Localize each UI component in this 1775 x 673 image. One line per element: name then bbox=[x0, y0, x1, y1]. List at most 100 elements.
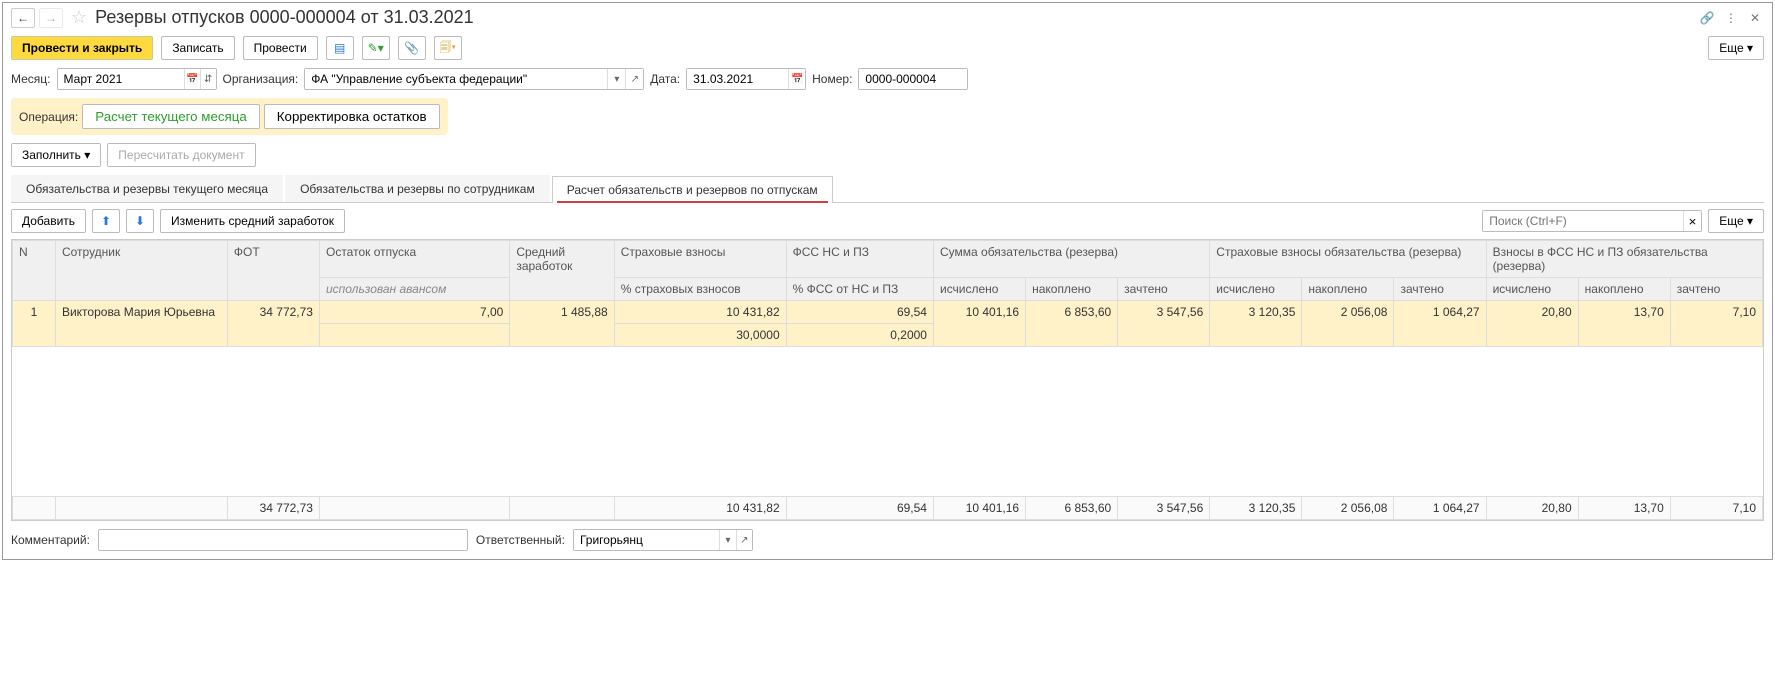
total-ins-accum: 2 056,08 bbox=[1302, 497, 1394, 520]
col-sum-accum[interactable]: накоплено bbox=[1026, 278, 1118, 301]
copy-icon[interactable]: 🗐▾ bbox=[434, 36, 462, 60]
favorite-star-icon[interactable]: ☆ bbox=[71, 7, 87, 28]
col-ins[interactable]: Страховые взносы bbox=[614, 241, 786, 278]
edit-avg-button[interactable]: Изменить средний заработок bbox=[160, 209, 345, 233]
col-ins-accum[interactable]: накоплено bbox=[1302, 278, 1394, 301]
col-sum-offset[interactable]: зачтено bbox=[1118, 278, 1210, 301]
col-ins-sub[interactable]: % страховых взносов bbox=[614, 278, 786, 301]
number-input[interactable] bbox=[859, 69, 967, 89]
date-calendar-icon[interactable]: 📅 bbox=[788, 69, 805, 89]
write-button[interactable]: Записать bbox=[161, 36, 234, 60]
col-ins-oblig[interactable]: Страховые взносы обязательства (резерва) bbox=[1210, 241, 1486, 278]
cell-balance: 7,00 bbox=[319, 301, 509, 324]
org-input[interactable] bbox=[305, 69, 607, 89]
col-ins-calc[interactable]: исчислено bbox=[1210, 278, 1302, 301]
tab-current-month[interactable]: Обязательства и резервы текущего месяца bbox=[11, 175, 283, 202]
col-fss-calc[interactable]: исчислено bbox=[1486, 278, 1578, 301]
operation-row: Операция: Расчет текущего месяца Коррект… bbox=[11, 98, 448, 135]
move-up-button[interactable]: ⬆ bbox=[92, 209, 120, 233]
total-ins: 10 431,82 bbox=[614, 497, 786, 520]
col-fss-oblig[interactable]: Взносы в ФСС НС и ПЗ обязательства (резе… bbox=[1486, 241, 1762, 278]
date-field[interactable]: 📅 bbox=[686, 68, 806, 90]
col-sum-oblig[interactable]: Сумма обязательства (резерва) bbox=[933, 241, 1209, 278]
responsible-field[interactable]: ▾ ↗ bbox=[573, 529, 753, 551]
cell-fss-accum: 13,70 bbox=[1578, 301, 1670, 347]
col-fss-offset[interactable]: зачтено bbox=[1670, 278, 1762, 301]
footer: Комментарий: Ответственный: ▾ ↗ bbox=[3, 521, 1772, 559]
cell-avg: 1 485,88 bbox=[510, 301, 614, 347]
move-down-button[interactable]: ⬇ bbox=[126, 209, 154, 233]
month-stepper-icon[interactable]: ⇵ bbox=[200, 69, 216, 89]
total-sum-accum: 6 853,60 bbox=[1026, 497, 1118, 520]
responsible-open-icon[interactable]: ↗ bbox=[736, 530, 752, 550]
post-and-close-button[interactable]: Провести и закрыть bbox=[11, 36, 153, 60]
cell-balance-sub bbox=[319, 324, 509, 347]
org-field[interactable]: ▾ ↗ bbox=[304, 68, 644, 90]
cell-sum-accum: 6 853,60 bbox=[1026, 301, 1118, 347]
total-fot: 34 772,73 bbox=[227, 497, 319, 520]
search-clear-button[interactable]: × bbox=[1683, 211, 1701, 231]
responsible-input[interactable] bbox=[574, 530, 719, 550]
search-input[interactable] bbox=[1483, 211, 1683, 231]
cell-sum-offset: 3 547,56 bbox=[1118, 301, 1210, 347]
cell-ins-offset: 1 064,27 bbox=[1394, 301, 1486, 347]
table-footer: 34 772,73 10 431,82 69,54 10 401,16 6 85… bbox=[13, 497, 1763, 520]
register-records-icon[interactable]: ▤ bbox=[326, 36, 354, 60]
col-balance[interactable]: Остаток отпуска bbox=[319, 241, 509, 278]
col-balance-sub[interactable]: использован авансом bbox=[319, 278, 509, 301]
month-label: Месяц: bbox=[11, 72, 51, 86]
tab-vacation-calc[interactable]: Расчет обязательств и резервов по отпуск… bbox=[552, 176, 833, 203]
comment-label: Комментарий: bbox=[11, 533, 90, 547]
close-icon[interactable]: ✕ bbox=[1746, 9, 1764, 27]
op-calc-current-button[interactable]: Расчет текущего месяца bbox=[82, 104, 260, 129]
cell-ins-pct: 30,0000 bbox=[614, 324, 786, 347]
fill-button[interactable]: Заполнить ▾ bbox=[11, 143, 101, 167]
col-sum-calc[interactable]: исчислено bbox=[933, 278, 1025, 301]
org-dropdown-icon[interactable]: ▾ bbox=[607, 69, 625, 89]
tab-more-button[interactable]: Еще ▾ bbox=[1708, 209, 1764, 233]
search-field[interactable]: × bbox=[1482, 210, 1702, 232]
number-field[interactable] bbox=[858, 68, 968, 90]
cell-ins-accum: 2 056,08 bbox=[1302, 301, 1394, 347]
more-button[interactable]: Еще ▾ bbox=[1708, 36, 1764, 60]
recalc-button[interactable]: Пересчитать документ bbox=[107, 143, 255, 167]
comment-field[interactable] bbox=[98, 529, 468, 551]
page-title: Резервы отпусков 0000-000004 от 31.03.20… bbox=[95, 7, 474, 28]
cell-sum-calc: 10 401,16 bbox=[933, 301, 1025, 347]
cell-fot: 34 772,73 bbox=[227, 301, 319, 347]
responsible-dropdown-icon[interactable]: ▾ bbox=[719, 530, 735, 550]
month-calendar-icon[interactable]: 📅 bbox=[184, 69, 200, 89]
org-open-icon[interactable]: ↗ bbox=[625, 69, 643, 89]
attach-icon[interactable]: 📎 bbox=[398, 36, 426, 60]
header-fields: Месяц: 📅 ⇵ Организация: ▾ ↗ Дата: 📅 Номе… bbox=[3, 64, 1772, 94]
add-button[interactable]: Добавить bbox=[11, 209, 86, 233]
col-fss-accum[interactable]: накоплено bbox=[1578, 278, 1670, 301]
op-adjust-balance-button[interactable]: Корректировка остатков bbox=[264, 104, 440, 129]
month-field[interactable]: 📅 ⇵ bbox=[57, 68, 217, 90]
more-icon[interactable]: ⋮ bbox=[1722, 9, 1740, 27]
tab-by-employee[interactable]: Обязательства и резервы по сотрудникам bbox=[285, 175, 550, 202]
table-spacer bbox=[13, 347, 1763, 497]
col-ins-offset[interactable]: зачтено bbox=[1394, 278, 1486, 301]
col-employee[interactable]: Сотрудник bbox=[55, 241, 227, 301]
cell-ins-calc: 3 120,35 bbox=[1210, 301, 1302, 347]
col-avg[interactable]: Средний заработок bbox=[510, 241, 614, 301]
total-ins-offset: 1 064,27 bbox=[1394, 497, 1486, 520]
back-button[interactable]: ← bbox=[11, 8, 35, 28]
cell-employee: Викторова Мария Юрьевна bbox=[55, 301, 227, 347]
col-fot[interactable]: ФОТ bbox=[227, 241, 319, 301]
col-fss[interactable]: ФСС НС и ПЗ bbox=[786, 241, 933, 278]
post-button[interactable]: Провести bbox=[243, 36, 318, 60]
date-input[interactable] bbox=[687, 69, 788, 89]
org-label: Организация: bbox=[223, 72, 299, 86]
col-fss-sub[interactable]: % ФСС от НС и ПЗ bbox=[786, 278, 933, 301]
table-row[interactable]: 1 Викторова Мария Юрьевна 34 772,73 7,00… bbox=[13, 301, 1763, 324]
total-sum-offset: 3 547,56 bbox=[1118, 497, 1210, 520]
comment-input[interactable] bbox=[99, 530, 467, 550]
cell-n: 1 bbox=[13, 301, 56, 347]
link-icon[interactable]: 🔗 bbox=[1698, 9, 1716, 27]
forward-button[interactable]: → bbox=[39, 8, 63, 28]
month-input[interactable] bbox=[58, 69, 184, 89]
col-n[interactable]: N bbox=[13, 241, 56, 301]
print-pencil-icon[interactable]: ✎▾ bbox=[362, 36, 390, 60]
